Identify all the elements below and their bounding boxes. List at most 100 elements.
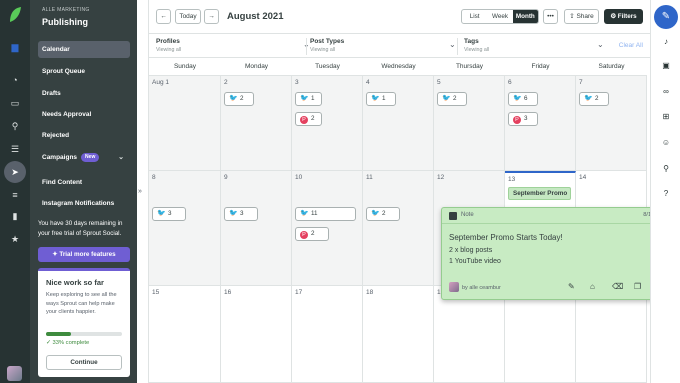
calendar-day-cell[interactable]: 2 🐦 2 (221, 76, 292, 171)
star-icon[interactable]: ★ (9, 233, 21, 245)
chevron-down-icon[interactable]: ⌄ (449, 40, 456, 49)
inbox-icon[interactable]: ▭ (9, 97, 21, 109)
pinterest-post-chip[interactable]: P2 (295, 112, 322, 126)
chart-icon[interactable]: ▮ (9, 210, 21, 222)
calendar-day-cell[interactable]: 17 (292, 286, 363, 383)
tags-filter[interactable]: Tags Viewing all (464, 38, 489, 53)
arrow-left-icon: ← (160, 13, 167, 20)
today-button[interactable]: Today (175, 9, 201, 24)
prev-month-button[interactable]: ← (156, 9, 171, 24)
bell-icon[interactable]: ♪ (660, 37, 672, 46)
twitter-post-chip[interactable]: 🐦 2 (366, 207, 400, 221)
twitter-post-chip[interactable]: 🐦 1 (366, 92, 396, 106)
twitter-post-chip[interactable]: 🐦 3 (224, 207, 258, 221)
clear-all-link[interactable]: Clear All (619, 42, 643, 49)
section-title: Publishing (42, 17, 88, 27)
post-count: 3 (240, 210, 244, 217)
twitter-post-chip[interactable]: 🐦 6 (508, 92, 538, 106)
tag-icon[interactable]: ⌂ (590, 282, 595, 291)
collapse-sidebar-icon[interactable]: » (138, 188, 142, 195)
trash-icon[interactable]: ⌫ (612, 282, 623, 291)
avatar[interactable] (7, 366, 22, 381)
day-number: 7 (579, 79, 583, 86)
help-icon[interactable]: ? (660, 189, 672, 198)
twitter-post-chip[interactable]: 🐦 2 (224, 92, 254, 106)
post-types-filter[interactable]: Post Types Viewing all (310, 38, 344, 53)
view-list-button[interactable]: List (462, 10, 487, 23)
card-body: Keep exploring to see all the ways Sprou… (46, 292, 117, 315)
edit-icon[interactable]: ✎ (568, 282, 575, 291)
profiles-filter-sub: Viewing all (156, 47, 182, 53)
calendar-day-cell[interactable]: 3 🐦 1 P 2 (292, 76, 363, 171)
calendar-day-cell[interactable]: 6 🐦 6 P 3 (505, 76, 576, 171)
twitter-post-chip[interactable]: 🐦 1 (295, 92, 322, 106)
continue-button[interactable]: Continue (46, 355, 122, 370)
sidebar-item-sprout-queue[interactable]: Sprout Queue (38, 63, 130, 80)
compose-icon[interactable]: ✎ (654, 5, 678, 29)
list-icon[interactable]: ☰ (9, 143, 21, 155)
trial-more-features-button[interactable]: ✦ Trial more features (38, 247, 130, 262)
copy-icon[interactable]: ❐ (634, 282, 641, 291)
calendar-day-cell[interactable]: 5 🐦 2 (434, 76, 505, 171)
send-icon[interactable]: ➤ (4, 161, 26, 183)
calendar-day-cell[interactable]: 16 (221, 286, 292, 383)
onboarding-card: Nice work so far Keep exploring to see a… (38, 268, 130, 377)
day-number: 10 (295, 174, 303, 181)
calendar-day-cell[interactable]: 11 🐦 2 (363, 171, 434, 286)
sliders-icon: ⚙ (610, 13, 618, 20)
view-month-button[interactable]: Month (512, 10, 538, 23)
twitter-post-chip[interactable]: 🐦 2 (437, 92, 467, 106)
twitter-post-chip[interactable]: 🐦 2 (579, 92, 609, 106)
campaign-event[interactable]: September Promo (508, 187, 571, 200)
sidebar-item-instagram-notifications[interactable]: Instagram Notifications (38, 195, 130, 212)
calendar-day-cell[interactable]: 7 🐦 2 (576, 76, 647, 171)
calendar-day-cell[interactable]: 9 🐦 3 (221, 171, 292, 286)
calendar-day-cell[interactable]: 8 🐦 3 (149, 171, 221, 286)
chevron-down-icon[interactable]: ⌄ (597, 40, 604, 49)
twitter-icon: 🐦 (229, 210, 238, 217)
calendar-day-cell[interactable]: 4 🐦 1 (363, 76, 434, 171)
calendar-day-cell[interactable]: 10 🐦 11 P 2 (292, 171, 363, 286)
profiles-filter[interactable]: Profiles Viewing all (156, 38, 181, 53)
filter-divider (306, 38, 307, 55)
profiles-filter-title: Profiles (156, 38, 180, 45)
sprout-leaf-logo-icon[interactable] (8, 6, 22, 23)
pinterest-post-chip[interactable]: P3 (508, 112, 538, 126)
calendar-day-cell[interactable]: 19 (434, 286, 505, 383)
pin-icon[interactable]: ⚲ (9, 120, 21, 132)
post-count: 2 (240, 95, 244, 102)
people-icon[interactable]: ☺ (660, 138, 672, 147)
bars-icon[interactable]: ≡ (9, 189, 21, 201)
post-count: 6 (524, 95, 528, 102)
message-icon[interactable]: ▣ (660, 61, 672, 70)
next-month-button[interactable]: → (204, 9, 219, 24)
calendar-day-cell[interactable]: 15 (149, 286, 221, 383)
calendar-day-cell[interactable]: 21 (576, 286, 647, 383)
sidebar-item-campaigns[interactable]: Campaigns New ⌄ (38, 149, 130, 166)
chevron-down-icon[interactable]: ⌄ (118, 149, 124, 166)
calendar-day-cell[interactable]: Aug 1 (149, 76, 221, 171)
dashboard-icon[interactable]: ◔ (9, 74, 21, 86)
sidebar-item-calendar[interactable]: Calendar (38, 41, 130, 58)
sidebar-item-needs-approval[interactable]: Needs Approval (38, 106, 130, 123)
pinterest-post-chip[interactable]: P2 (295, 227, 329, 241)
filters-button[interactable]: ⚙ Filters (604, 9, 643, 24)
post-count: 2 (311, 115, 315, 122)
twitter-icon: 🐦 (513, 95, 522, 102)
twitter-post-chip[interactable]: 🐦 3 (152, 207, 186, 221)
share-button[interactable]: ⇪ Share (564, 9, 599, 24)
sidebar-item-find-content[interactable]: Find Content (38, 174, 130, 191)
calendar-day-cell[interactable]: 18 (363, 286, 434, 383)
folder-icon[interactable]: ▆ (9, 41, 21, 53)
more-options-button[interactable]: ••• (543, 9, 558, 24)
view-week-button[interactable]: Week (487, 10, 512, 23)
day-number: 9 (224, 174, 228, 181)
twitter-post-chip[interactable]: 🐦 11 (295, 207, 356, 221)
link-icon[interactable]: ∞ (660, 87, 672, 96)
plus-box-icon[interactable]: ⊞ (660, 112, 672, 121)
twitter-icon: 🐦 (371, 210, 380, 217)
calendar-day-cell[interactable]: 20 (505, 286, 576, 383)
sidebar-item-drafts[interactable]: Drafts (38, 85, 130, 102)
search-icon[interactable]: ⚲ (660, 164, 672, 173)
sidebar-item-rejected[interactable]: Rejected (38, 127, 130, 144)
